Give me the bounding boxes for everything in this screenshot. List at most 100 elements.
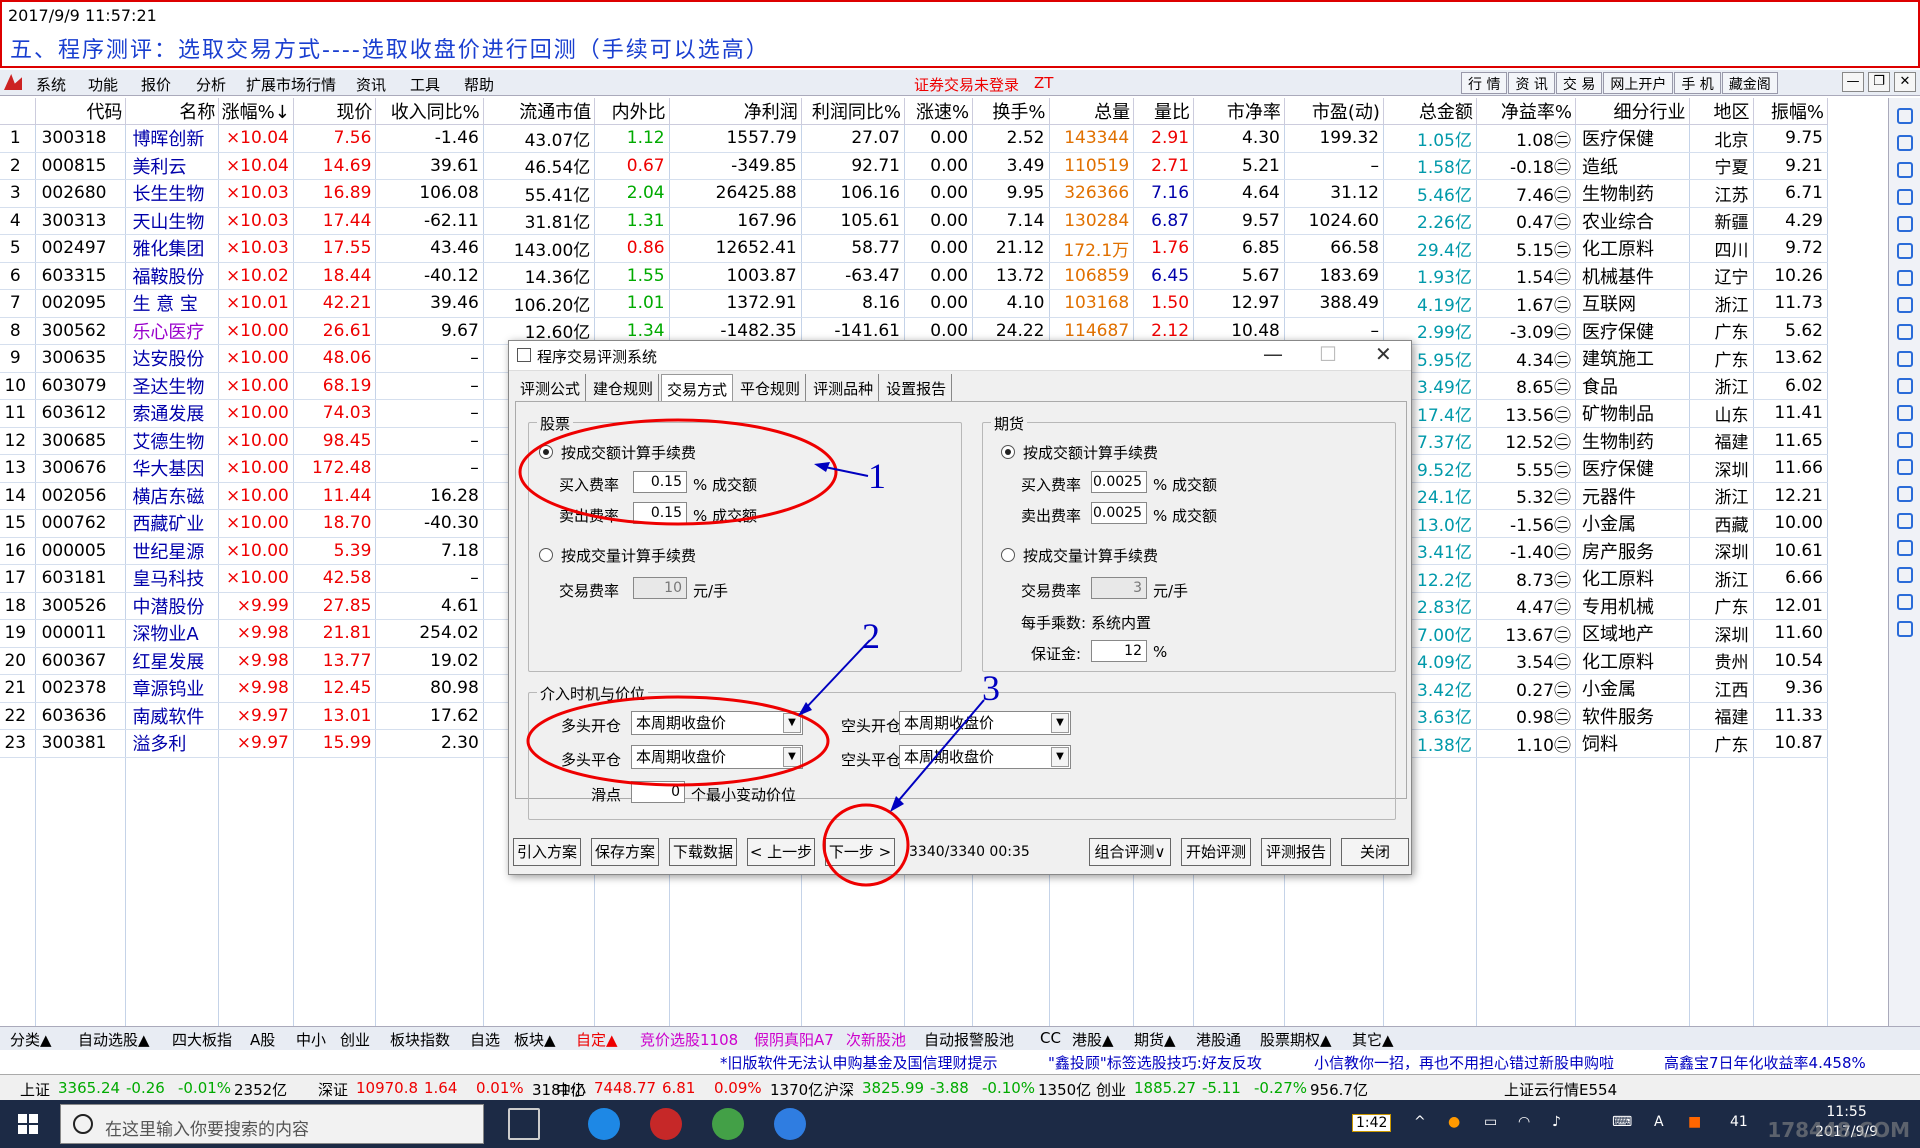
menu-extended-market[interactable]: 扩展市场行情 bbox=[246, 74, 336, 95]
table-row[interactable]: 1 300318 博晖创新 ×10.04 7.56 -1.46 43.07亿 1.12 1557… bbox=[0, 124, 1828, 153]
stock-trade-rate-input[interactable]: 10 bbox=[633, 577, 687, 599]
tool-icon[interactable] bbox=[1896, 513, 1913, 529]
col-header-19[interactable]: 地区 bbox=[1689, 98, 1754, 125]
arrow-left-icon[interactable] bbox=[1896, 108, 1913, 124]
input-method-icon[interactable]: A bbox=[1654, 1114, 1664, 1130]
col-header-20[interactable]: 振幅% bbox=[1753, 98, 1828, 125]
menu-quote[interactable]: 报价 bbox=[141, 74, 171, 95]
combo-eval-button[interactable]: 组合评测∨ bbox=[1089, 838, 1171, 866]
bottom-tab-2[interactable]: 四大板指 bbox=[172, 1029, 232, 1050]
volume-icon[interactable]: ♪ bbox=[1552, 1114, 1561, 1130]
col-header-4[interactable]: 现价 bbox=[293, 98, 377, 125]
save-plan-button[interactable]: 保存方案 bbox=[591, 838, 659, 866]
start-eval-button[interactable]: 开始评测 bbox=[1181, 838, 1251, 866]
table-row[interactable]: 4 300313 天山生物 ×10.03 17.44 -62.11 31.81亿 1.31 16… bbox=[0, 207, 1828, 235]
next-step-button[interactable]: 下一步 > bbox=[825, 838, 895, 866]
table-row[interactable]: 6 603315 福鞍股份 ×10.02 18.44 -40.12 14.36亿 1.55 10… bbox=[0, 262, 1828, 290]
folder-icon[interactable] bbox=[1896, 486, 1913, 502]
close-icon[interactable]: ✕ bbox=[1894, 72, 1916, 92]
bottom-tab-10[interactable]: 竞价选股1108 bbox=[640, 1029, 738, 1050]
minimize-icon[interactable]: — bbox=[1842, 72, 1864, 92]
tab-open-rule[interactable]: 建仓规则 bbox=[588, 374, 660, 403]
stock-buy-rate-input[interactable]: 0.15 bbox=[633, 471, 687, 493]
table-icon[interactable] bbox=[1896, 216, 1913, 232]
close-button[interactable]: 关闭 bbox=[1341, 838, 1409, 866]
menu-tools[interactable]: 工具 bbox=[410, 74, 440, 95]
btn-mobile[interactable]: 手 机 bbox=[1674, 72, 1721, 94]
futures-sell-rate-input[interactable]: 0.0025 bbox=[1091, 502, 1147, 524]
tab-report-settings[interactable]: 设置报告 bbox=[881, 374, 953, 403]
col-header-17[interactable]: 净益率% bbox=[1476, 98, 1576, 125]
col-header-18[interactable]: 细分行业 bbox=[1575, 98, 1690, 125]
menu-system[interactable]: 系统 bbox=[36, 74, 66, 95]
ticker-item-3[interactable]: 小信教你一招，再也不用担心错过新股申购啦 bbox=[1314, 1052, 1614, 1073]
fiz-icon[interactable] bbox=[1896, 405, 1913, 421]
bottom-tab-13[interactable]: 自动报警股池 bbox=[924, 1029, 1014, 1050]
short-close-select[interactable]: 本周期收盘价 ▼ bbox=[899, 745, 1071, 769]
prev-step-button[interactable]: < 上一步 bbox=[747, 838, 815, 866]
candle-icon[interactable] bbox=[1896, 270, 1913, 286]
col-header-10[interactable]: 涨速% bbox=[904, 98, 974, 125]
bottom-tab-19[interactable]: 其它▲ bbox=[1352, 1029, 1394, 1050]
table-row[interactable]: 3 002680 长生生物 ×10.03 16.89 106.08 55.41亿 2.04 26… bbox=[0, 179, 1828, 208]
edge-icon[interactable] bbox=[588, 1108, 620, 1140]
bottom-tab-9[interactable]: 自定▲ bbox=[576, 1029, 618, 1050]
grid-icon[interactable] bbox=[1896, 540, 1913, 556]
tray-orange-icon[interactable]: ■ bbox=[1688, 1114, 1701, 1130]
menu-info[interactable]: 资讯 bbox=[356, 74, 386, 95]
download-data-button[interactable]: 下载数据 bbox=[669, 838, 737, 866]
col-header-1[interactable]: 代码 bbox=[35, 98, 127, 125]
arrow-up-icon[interactable] bbox=[1896, 135, 1913, 151]
btn-news[interactable]: 资 讯 bbox=[1508, 72, 1555, 94]
task-view-icon[interactable] bbox=[508, 1108, 540, 1140]
btn-trade[interactable]: 交 易 bbox=[1555, 72, 1603, 94]
chevron-down-icon[interactable]: ▼ bbox=[783, 713, 801, 733]
stock-app-icon[interactable] bbox=[650, 1108, 682, 1140]
col-header-9[interactable]: 利润同比% bbox=[801, 98, 905, 125]
futures-trade-rate-input[interactable]: 3 bbox=[1091, 577, 1147, 599]
trend-icon[interactable] bbox=[1896, 243, 1913, 259]
table-row[interactable]: 5 002497 雅化集团 ×10.03 17.55 43.46 143.00亿 0.86 12… bbox=[0, 234, 1828, 263]
taskbar-search-input[interactable]: 在这里输入你要搜索的内容 bbox=[60, 1104, 484, 1144]
chrome-icon[interactable] bbox=[712, 1108, 744, 1140]
col-header-13[interactable]: 量比 bbox=[1133, 98, 1195, 125]
bottom-tab-11[interactable]: 假阴真阳A7 bbox=[754, 1029, 834, 1050]
col-header-16[interactable]: 总金额 bbox=[1383, 98, 1477, 125]
bottom-tab-18[interactable]: 股票期权▲ bbox=[1260, 1029, 1332, 1050]
bottom-tab-14[interactable]: CC bbox=[1040, 1029, 1061, 1047]
coin-icon[interactable] bbox=[1896, 621, 1913, 637]
dialog-maximize-icon[interactable]: ☐ bbox=[1319, 342, 1337, 366]
chevron-down-icon[interactable]: ▼ bbox=[783, 747, 801, 767]
col-header-0[interactable] bbox=[0, 98, 36, 125]
col-header-8[interactable]: 净利润 bbox=[669, 98, 802, 125]
chevron-down-icon[interactable]: ▼ bbox=[1051, 747, 1069, 767]
col-header-3[interactable]: 涨幅%↓ bbox=[218, 98, 294, 125]
bottom-tab-8[interactable]: 板块▲ bbox=[514, 1029, 556, 1050]
menu-function[interactable]: 功能 bbox=[88, 74, 118, 95]
col-header-12[interactable]: 总量 bbox=[1049, 98, 1135, 125]
restore-icon[interactable]: ❐ bbox=[1868, 72, 1890, 92]
stock-by-volume-radio[interactable] bbox=[539, 548, 553, 562]
col-header-6[interactable]: 流通市值 bbox=[483, 98, 596, 125]
ticker-item-1[interactable]: *旧版软件无法认申购基金及国信理财提示 bbox=[720, 1052, 998, 1073]
keyboard-icon[interactable]: ⌨ bbox=[1612, 1114, 1632, 1130]
bottom-tab-16[interactable]: 期货▲ bbox=[1134, 1029, 1176, 1050]
tray-up-icon[interactable]: ^ bbox=[1414, 1114, 1426, 1130]
slippage-input[interactable]: 0 bbox=[631, 781, 685, 803]
windows-start-icon[interactable] bbox=[18, 1114, 38, 1134]
list-icon[interactable] bbox=[1896, 297, 1913, 313]
futures-buy-rate-input[interactable]: 0.0025 bbox=[1091, 471, 1147, 493]
futures-margin-input[interactable]: 12 bbox=[1091, 640, 1147, 662]
chart-icon[interactable] bbox=[1896, 189, 1913, 205]
bottom-tab-7[interactable]: 自选 bbox=[470, 1029, 500, 1050]
bottom-tab-12[interactable]: 次新股池 bbox=[846, 1029, 906, 1050]
bottom-tab-4[interactable]: 中小 bbox=[296, 1029, 326, 1050]
tab-close-rule[interactable]: 平仓规则 bbox=[735, 374, 807, 403]
tray-chip[interactable]: 1:42 bbox=[1352, 1114, 1392, 1132]
export-icon[interactable] bbox=[1896, 594, 1913, 610]
dialog-close-icon[interactable]: ✕ bbox=[1375, 342, 1392, 366]
chevron-down-icon[interactable]: ▼ bbox=[1051, 713, 1069, 733]
table-row[interactable]: 7 002095 生 意 宝 ×10.01 42.21 39.46 106.20亿 1.01 1… bbox=[0, 289, 1828, 318]
btn-treasure[interactable]: 藏金阁 bbox=[1721, 72, 1778, 94]
page-icon[interactable] bbox=[1896, 378, 1913, 394]
